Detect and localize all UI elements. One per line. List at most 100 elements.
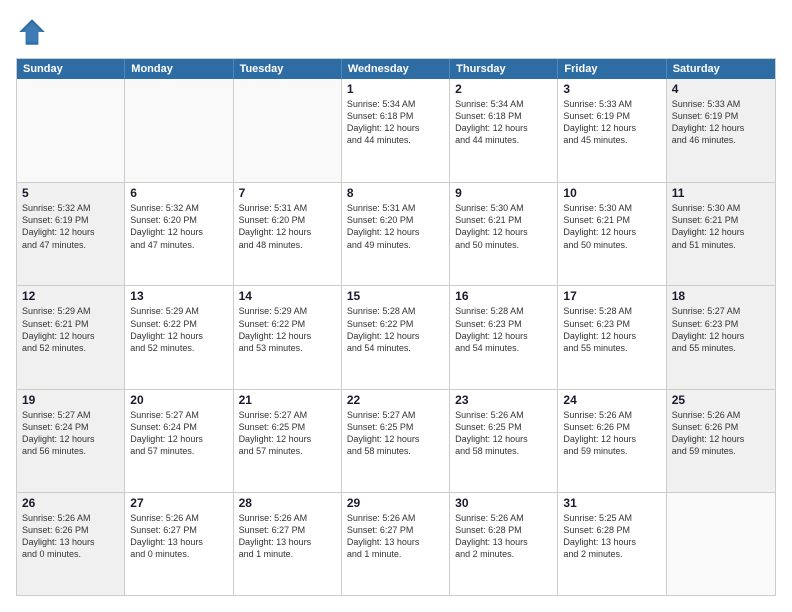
cell-info-line: Sunset: 6:18 PM <box>347 110 444 122</box>
day-cell: 9Sunrise: 5:30 AMSunset: 6:21 PMDaylight… <box>450 183 558 285</box>
day-number: 11 <box>672 186 770 200</box>
cell-info-line: Sunrise: 5:26 AM <box>455 512 552 524</box>
header <box>16 16 776 48</box>
cell-info-line: Sunrise: 5:29 AM <box>130 305 227 317</box>
cell-info-line: Sunset: 6:26 PM <box>672 421 770 433</box>
day-number: 14 <box>239 289 336 303</box>
calendar-week: 19Sunrise: 5:27 AMSunset: 6:24 PMDayligh… <box>17 389 775 492</box>
cell-info-line: Daylight: 12 hours <box>455 433 552 445</box>
cell-info-line: Daylight: 13 hours <box>239 536 336 548</box>
day-cell: 3Sunrise: 5:33 AMSunset: 6:19 PMDaylight… <box>558 79 666 182</box>
cell-info-line: Sunset: 6:21 PM <box>672 214 770 226</box>
day-cell: 24Sunrise: 5:26 AMSunset: 6:26 PMDayligh… <box>558 390 666 492</box>
cell-info-line: and 1 minute. <box>239 548 336 560</box>
day-cell: 19Sunrise: 5:27 AMSunset: 6:24 PMDayligh… <box>17 390 125 492</box>
cell-info-line: and 1 minute. <box>347 548 444 560</box>
cell-info-line: Sunset: 6:19 PM <box>563 110 660 122</box>
cell-info-line: Daylight: 12 hours <box>563 433 660 445</box>
cell-info-line: Sunset: 6:27 PM <box>347 524 444 536</box>
day-cell: 11Sunrise: 5:30 AMSunset: 6:21 PMDayligh… <box>667 183 775 285</box>
day-cell: 4Sunrise: 5:33 AMSunset: 6:19 PMDaylight… <box>667 79 775 182</box>
cell-info-line: Sunset: 6:25 PM <box>455 421 552 433</box>
day-number: 15 <box>347 289 444 303</box>
day-cell: 31Sunrise: 5:25 AMSunset: 6:28 PMDayligh… <box>558 493 666 595</box>
weekday-header: Friday <box>558 59 666 79</box>
empty-cell <box>17 79 125 182</box>
empty-cell <box>667 493 775 595</box>
day-number: 25 <box>672 393 770 407</box>
cell-info-line: Sunrise: 5:28 AM <box>347 305 444 317</box>
calendar-week: 26Sunrise: 5:26 AMSunset: 6:26 PMDayligh… <box>17 492 775 595</box>
day-cell: 13Sunrise: 5:29 AMSunset: 6:22 PMDayligh… <box>125 286 233 388</box>
weekday-header: Tuesday <box>234 59 342 79</box>
day-cell: 16Sunrise: 5:28 AMSunset: 6:23 PMDayligh… <box>450 286 558 388</box>
day-number: 21 <box>239 393 336 407</box>
cell-info-line: Daylight: 12 hours <box>455 330 552 342</box>
cell-info-line: and 47 minutes. <box>22 239 119 251</box>
day-number: 28 <box>239 496 336 510</box>
cell-info-line: Sunrise: 5:32 AM <box>130 202 227 214</box>
cell-info-line: Sunset: 6:25 PM <box>239 421 336 433</box>
day-cell: 14Sunrise: 5:29 AMSunset: 6:22 PMDayligh… <box>234 286 342 388</box>
day-cell: 6Sunrise: 5:32 AMSunset: 6:20 PMDaylight… <box>125 183 233 285</box>
cell-info-line: Sunset: 6:20 PM <box>239 214 336 226</box>
cell-info-line: and 44 minutes. <box>347 134 444 146</box>
calendar-header: SundayMondayTuesdayWednesdayThursdayFrid… <box>17 59 775 79</box>
cell-info-line: Daylight: 12 hours <box>239 433 336 445</box>
cell-info-line: and 50 minutes. <box>563 239 660 251</box>
cell-info-line: Sunset: 6:21 PM <box>563 214 660 226</box>
day-number: 22 <box>347 393 444 407</box>
day-number: 7 <box>239 186 336 200</box>
cell-info-line: Sunset: 6:24 PM <box>22 421 119 433</box>
cell-info-line: Daylight: 12 hours <box>347 122 444 134</box>
cell-info-line: Sunrise: 5:30 AM <box>563 202 660 214</box>
day-number: 4 <box>672 82 770 96</box>
day-cell: 15Sunrise: 5:28 AMSunset: 6:22 PMDayligh… <box>342 286 450 388</box>
day-number: 2 <box>455 82 552 96</box>
cell-info-line: and 59 minutes. <box>672 445 770 457</box>
cell-info-line: Daylight: 12 hours <box>455 122 552 134</box>
day-cell: 28Sunrise: 5:26 AMSunset: 6:27 PMDayligh… <box>234 493 342 595</box>
cell-info-line: and 59 minutes. <box>563 445 660 457</box>
day-number: 12 <box>22 289 119 303</box>
day-number: 27 <box>130 496 227 510</box>
cell-info-line: Sunrise: 5:30 AM <box>672 202 770 214</box>
day-cell: 27Sunrise: 5:26 AMSunset: 6:27 PMDayligh… <box>125 493 233 595</box>
cell-info-line: Daylight: 13 hours <box>347 536 444 548</box>
weekday-header: Saturday <box>667 59 775 79</box>
cell-info-line: Sunrise: 5:30 AM <box>455 202 552 214</box>
day-cell: 17Sunrise: 5:28 AMSunset: 6:23 PMDayligh… <box>558 286 666 388</box>
cell-info-line: Sunrise: 5:27 AM <box>239 409 336 421</box>
day-number: 29 <box>347 496 444 510</box>
cell-info-line: Sunrise: 5:27 AM <box>22 409 119 421</box>
day-cell: 30Sunrise: 5:26 AMSunset: 6:28 PMDayligh… <box>450 493 558 595</box>
cell-info-line: Daylight: 12 hours <box>130 330 227 342</box>
cell-info-line: Sunrise: 5:27 AM <box>130 409 227 421</box>
day-number: 13 <box>130 289 227 303</box>
cell-info-line: Daylight: 12 hours <box>22 226 119 238</box>
cell-info-line: Sunrise: 5:33 AM <box>672 98 770 110</box>
cell-info-line: Daylight: 12 hours <box>672 122 770 134</box>
day-number: 23 <box>455 393 552 407</box>
cell-info-line: Sunrise: 5:26 AM <box>347 512 444 524</box>
calendar-week: 1Sunrise: 5:34 AMSunset: 6:18 PMDaylight… <box>17 79 775 182</box>
weekday-header: Wednesday <box>342 59 450 79</box>
cell-info-line: Sunrise: 5:26 AM <box>563 409 660 421</box>
day-number: 31 <box>563 496 660 510</box>
weekday-header: Thursday <box>450 59 558 79</box>
cell-info-line: and 45 minutes. <box>563 134 660 146</box>
cell-info-line: Sunrise: 5:25 AM <box>563 512 660 524</box>
weekday-header: Sunday <box>17 59 125 79</box>
cell-info-line: Sunset: 6:22 PM <box>347 318 444 330</box>
cell-info-line: Sunrise: 5:28 AM <box>563 305 660 317</box>
cell-info-line: Sunrise: 5:34 AM <box>347 98 444 110</box>
day-number: 3 <box>563 82 660 96</box>
cell-info-line: Sunrise: 5:31 AM <box>239 202 336 214</box>
day-number: 18 <box>672 289 770 303</box>
cell-info-line: and 2 minutes. <box>455 548 552 560</box>
cell-info-line: Daylight: 12 hours <box>130 433 227 445</box>
cell-info-line: and 54 minutes. <box>347 342 444 354</box>
day-number: 1 <box>347 82 444 96</box>
cell-info-line: Sunset: 6:22 PM <box>239 318 336 330</box>
cell-info-line: Sunset: 6:25 PM <box>347 421 444 433</box>
